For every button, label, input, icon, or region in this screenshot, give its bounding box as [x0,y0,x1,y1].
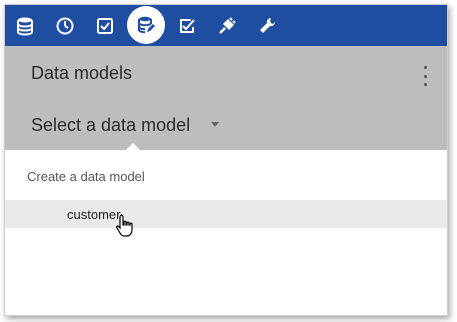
dashboard-gauge-icon [56,17,74,34]
kebab-dot [423,66,427,69]
data-models-header: Data models Select a data model [5,46,447,150]
hand-cursor-icon [115,214,133,237]
more-options-icon[interactable] [421,66,429,86]
edit-check-icon [180,18,195,33]
data-models-button[interactable] [126,5,166,45]
select-label: Select a data model [31,114,191,135]
settings-button[interactable] [247,5,287,46]
kebab-dot [423,74,427,78]
data-model-option-customer[interactable]: customer [5,200,447,228]
caret-down-icon [211,122,219,127]
plug-icon [219,16,236,34]
data-model-select[interactable]: Select a data model [31,112,231,138]
page-title: Data models [31,63,133,83]
data-model-icon [138,16,155,34]
database-icon [17,17,33,36]
dropdown-pointer [126,143,140,150]
tasks-button[interactable] [85,5,125,46]
dashboard-button[interactable] [45,5,85,46]
checkbox-icon [97,17,113,34]
data-model-dropdown: Create a data model customer [5,150,447,315]
review-button[interactable] [167,5,207,46]
wrench-icon [260,17,276,33]
kebab-dot [423,83,427,86]
app-window: Data models Select a data model Create a… [4,4,448,316]
top-toolbar [5,5,447,46]
database-button[interactable] [5,5,45,46]
connections-button[interactable] [207,5,247,46]
active-indicator [127,6,165,44]
create-data-model-option[interactable]: Create a data model [5,162,447,190]
